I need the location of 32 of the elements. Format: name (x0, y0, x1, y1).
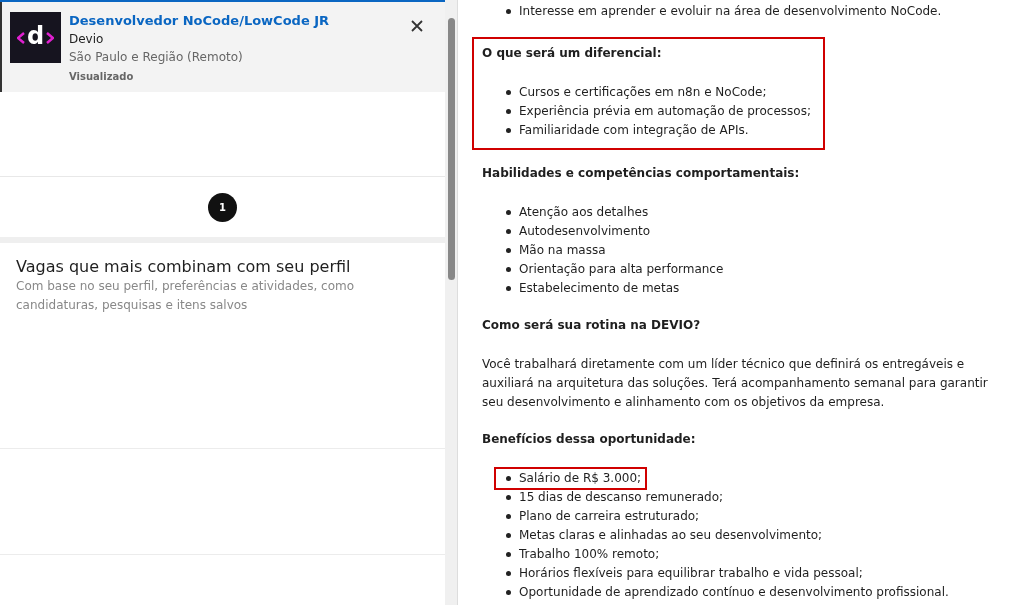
job-title-link[interactable]: Desenvolvedor NoCode/LowCode JR (69, 12, 397, 30)
job-status: Visualizado (69, 70, 135, 84)
scrollbar[interactable] (445, 0, 457, 605)
bullet-item: Cursos e certificações em n8n e NoCode; (506, 83, 771, 102)
bullet-item: Salário de R$ 3.000; (496, 469, 646, 488)
company-logo: d (10, 12, 61, 63)
bullet-item: Autodesenvolvimento (506, 222, 655, 241)
bullet-item: Familiaridade com integração de APIs. (506, 121, 753, 140)
job-card[interactable]: d Desenvolvedor NoCode/LowCode JR Devio São Paulo e Região (Remoto) Visualizado (0, 2, 445, 92)
bullet-item: Trabalho 100% remoto; (506, 545, 664, 564)
section-heading: O que será um diferencial: (482, 45, 663, 62)
section-heading: Como será sua rotina na DEVIO? (482, 317, 702, 334)
bullet-item: Interesse em aprender e evoluir na área de desenvolvimento NoCode. (506, 2, 946, 21)
bullet-item: Atenção aos detalhes (506, 203, 653, 222)
bullet-item: Metas claras e alinhadas ao seu desenvolvimento; (506, 526, 827, 545)
bullet-item: Orientação para alta performance (506, 260, 728, 279)
section-heading: Benefícios dessa oportunidade: (482, 431, 697, 448)
section-title: Vagas que mais combinam com seu perfil (16, 257, 352, 277)
company-name: Devio (69, 31, 105, 48)
bullet-item: Mão na massa (506, 241, 610, 260)
bullet-item: Horários flexíveis para equilibrar trabalho e vida pessoal; (506, 564, 867, 583)
section-paragraph: Você trabalhará diretamente com um líder técnico que definirá os entregáveis e auxiliará na arquitetura das soluções. Terá acompanhamento semanal para garantir seu desenvolvimento e alinhamento com os objetivos da empresa. (482, 356, 989, 411)
close-icon (411, 20, 423, 32)
bullet-item: Plano de carreira estruturado; (506, 507, 704, 526)
bullet-item: Estabelecimento de metas (506, 279, 684, 298)
section-subtitle: Com base no seu perfil, preferências e atividades, como candidaturas, pesquisas e itens salvos (16, 278, 356, 314)
bullet-item: 15 dias de descanso remunerado; (506, 488, 728, 507)
section-heading: Habilidades e competências comportamentais: (482, 165, 800, 182)
page-button[interactable]: 1 (208, 192, 237, 222)
bullet-item: Experiência prévia em automação de processos; (506, 102, 815, 121)
job-location: São Paulo e Região (Remoto) (69, 49, 244, 66)
bullet-item: Oportunidade de aprendizado contínuo e desenvolvimento profissional. (506, 583, 953, 602)
